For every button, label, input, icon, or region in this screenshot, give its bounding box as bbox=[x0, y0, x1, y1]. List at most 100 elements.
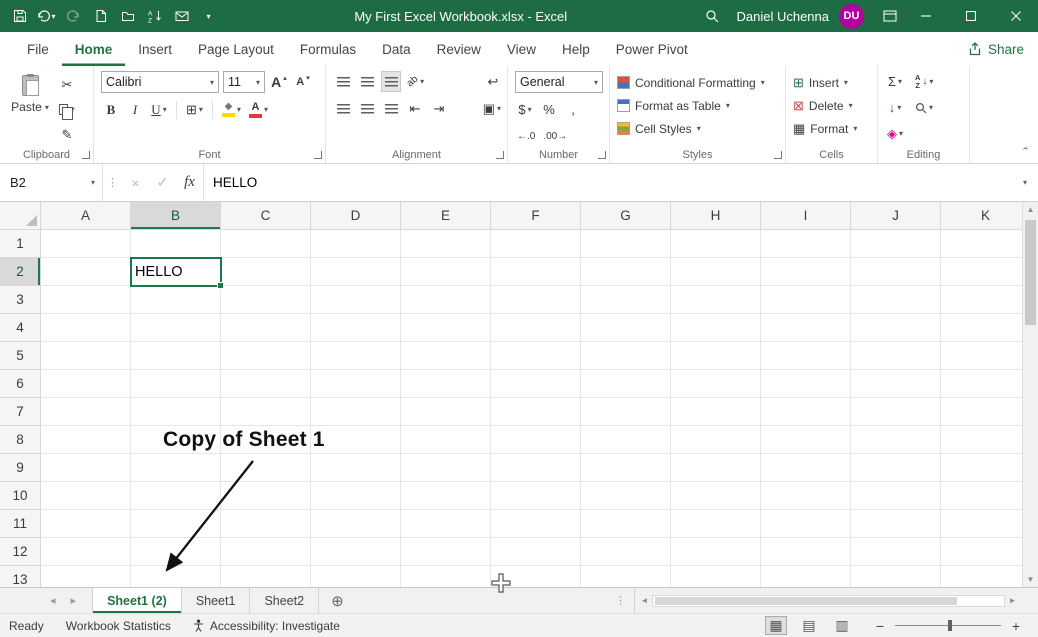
format-cells-button[interactable]: ▦ Format ▾ bbox=[793, 117, 873, 140]
cell-D1[interactable] bbox=[311, 230, 401, 258]
cell-J4[interactable] bbox=[851, 314, 941, 342]
cell-I8[interactable] bbox=[761, 426, 851, 454]
cell-H9[interactable] bbox=[671, 454, 761, 482]
cell-E10[interactable] bbox=[401, 482, 491, 510]
cell-B4[interactable] bbox=[131, 314, 221, 342]
increase-decimal-button[interactable]: ←.0 bbox=[515, 126, 537, 147]
page-break-view-button[interactable]: ▥ bbox=[831, 616, 853, 635]
cell-F6[interactable] bbox=[491, 370, 581, 398]
search-button[interactable] bbox=[699, 0, 726, 32]
row-header-13[interactable]: 13 bbox=[0, 566, 41, 587]
format-painter-button[interactable]: ✎ bbox=[57, 124, 77, 145]
cell-I4[interactable] bbox=[761, 314, 851, 342]
row-header-7[interactable]: 7 bbox=[0, 398, 41, 426]
comma-style-button[interactable]: , bbox=[563, 99, 583, 120]
cell-K8[interactable] bbox=[941, 426, 1022, 454]
find-select-button[interactable]: ▾ bbox=[913, 97, 935, 118]
number-dialog-launcher[interactable] bbox=[598, 151, 606, 159]
cell-B13[interactable] bbox=[131, 566, 221, 587]
cell-K3[interactable] bbox=[941, 286, 1022, 314]
cell-E2[interactable] bbox=[401, 258, 491, 286]
cell-C13[interactable] bbox=[221, 566, 311, 587]
cell-G7[interactable] bbox=[581, 398, 671, 426]
cell-A4[interactable] bbox=[41, 314, 131, 342]
cell-J2[interactable] bbox=[851, 258, 941, 286]
page-layout-view-button[interactable]: ▤ bbox=[798, 616, 820, 635]
horizontal-scrollbar[interactable]: ◄ ► bbox=[634, 588, 1022, 613]
cell-G3[interactable] bbox=[581, 286, 671, 314]
increase-font-size-button[interactable]: A▴ bbox=[269, 72, 289, 93]
cell-K9[interactable] bbox=[941, 454, 1022, 482]
fill-handle[interactable] bbox=[217, 282, 224, 289]
cell-A10[interactable] bbox=[41, 482, 131, 510]
new-sheet-button[interactable]: ⊕ bbox=[331, 588, 344, 613]
cell-F12[interactable] bbox=[491, 538, 581, 566]
row-header-3[interactable]: 3 bbox=[0, 286, 41, 314]
cell-E8[interactable] bbox=[401, 426, 491, 454]
cell-C7[interactable] bbox=[221, 398, 311, 426]
align-center-button[interactable] bbox=[357, 98, 377, 119]
scroll-up-icon[interactable]: ▲ bbox=[1023, 205, 1038, 214]
cell-F8[interactable] bbox=[491, 426, 581, 454]
cell-B5[interactable] bbox=[131, 342, 221, 370]
enter-button[interactable]: ✓ bbox=[149, 164, 176, 201]
cell-D12[interactable] bbox=[311, 538, 401, 566]
customize-qat-button[interactable]: ▾ bbox=[195, 0, 222, 32]
row-header-9[interactable]: 9 bbox=[0, 454, 41, 482]
tab-formulas[interactable]: Formulas bbox=[287, 32, 369, 66]
accessibility-button[interactable]: Accessibility: Investigate bbox=[182, 619, 351, 633]
cell-D4[interactable] bbox=[311, 314, 401, 342]
sheet-tab-sheet1[interactable]: Sheet1 bbox=[182, 588, 251, 613]
bold-button[interactable]: B bbox=[101, 99, 121, 120]
save-button[interactable] bbox=[6, 0, 33, 32]
share-button[interactable]: Share bbox=[968, 32, 1024, 66]
copy-button[interactable]: ▾ bbox=[57, 99, 77, 120]
email-button[interactable] bbox=[168, 0, 195, 32]
zoom-out-button[interactable]: − bbox=[874, 618, 886, 634]
cell-G5[interactable] bbox=[581, 342, 671, 370]
cell-K10[interactable] bbox=[941, 482, 1022, 510]
cell-D6[interactable] bbox=[311, 370, 401, 398]
cell-K11[interactable] bbox=[941, 510, 1022, 538]
cell-C4[interactable] bbox=[221, 314, 311, 342]
zoom-in-button[interactable]: + bbox=[1010, 618, 1022, 634]
cell-J12[interactable] bbox=[851, 538, 941, 566]
cell-J1[interactable] bbox=[851, 230, 941, 258]
cell-F10[interactable] bbox=[491, 482, 581, 510]
workbook-statistics-button[interactable]: Workbook Statistics bbox=[55, 619, 182, 633]
sheet-tab-sheet1-2[interactable]: Sheet1 (2) bbox=[92, 588, 182, 613]
column-header-A[interactable]: A bbox=[41, 202, 131, 230]
cell-C3[interactable] bbox=[221, 286, 311, 314]
cell-F9[interactable] bbox=[491, 454, 581, 482]
cell-J7[interactable] bbox=[851, 398, 941, 426]
cell-F5[interactable] bbox=[491, 342, 581, 370]
autosum-button[interactable]: Σ▾ bbox=[885, 71, 905, 92]
cell-F13[interactable] bbox=[491, 566, 581, 587]
zoom-slider-thumb[interactable] bbox=[948, 620, 952, 631]
cell-F2[interactable] bbox=[491, 258, 581, 286]
font-color-button[interactable]: A▾ bbox=[247, 99, 270, 120]
cell-K4[interactable] bbox=[941, 314, 1022, 342]
undo-button[interactable]: ▾ bbox=[33, 0, 60, 32]
cell-D3[interactable] bbox=[311, 286, 401, 314]
tab-help[interactable]: Help bbox=[549, 32, 603, 66]
tab-page-layout[interactable]: Page Layout bbox=[185, 32, 287, 66]
cell-H7[interactable] bbox=[671, 398, 761, 426]
orientation-button[interactable]: ab▾ bbox=[405, 71, 426, 92]
ribbon-display-options-button[interactable] bbox=[876, 0, 903, 32]
minimize-button[interactable] bbox=[903, 0, 948, 32]
new-file-button[interactable] bbox=[87, 0, 114, 32]
cell-I12[interactable] bbox=[761, 538, 851, 566]
redo-button[interactable] bbox=[60, 0, 87, 32]
number-format-select[interactable]: General▾ bbox=[515, 71, 603, 93]
cell-E9[interactable] bbox=[401, 454, 491, 482]
cell-I2[interactable] bbox=[761, 258, 851, 286]
cell-H8[interactable] bbox=[671, 426, 761, 454]
format-as-table-button[interactable]: Format as Table ▾ bbox=[617, 94, 781, 117]
row-header-11[interactable]: 11 bbox=[0, 510, 41, 538]
formula-bar-expand-icon[interactable]: ▾ bbox=[1012, 164, 1038, 201]
middle-align-button[interactable] bbox=[357, 71, 377, 92]
cell-E12[interactable] bbox=[401, 538, 491, 566]
italic-button[interactable]: I bbox=[125, 99, 145, 120]
decrease-font-size-button[interactable]: A▾ bbox=[293, 72, 313, 93]
